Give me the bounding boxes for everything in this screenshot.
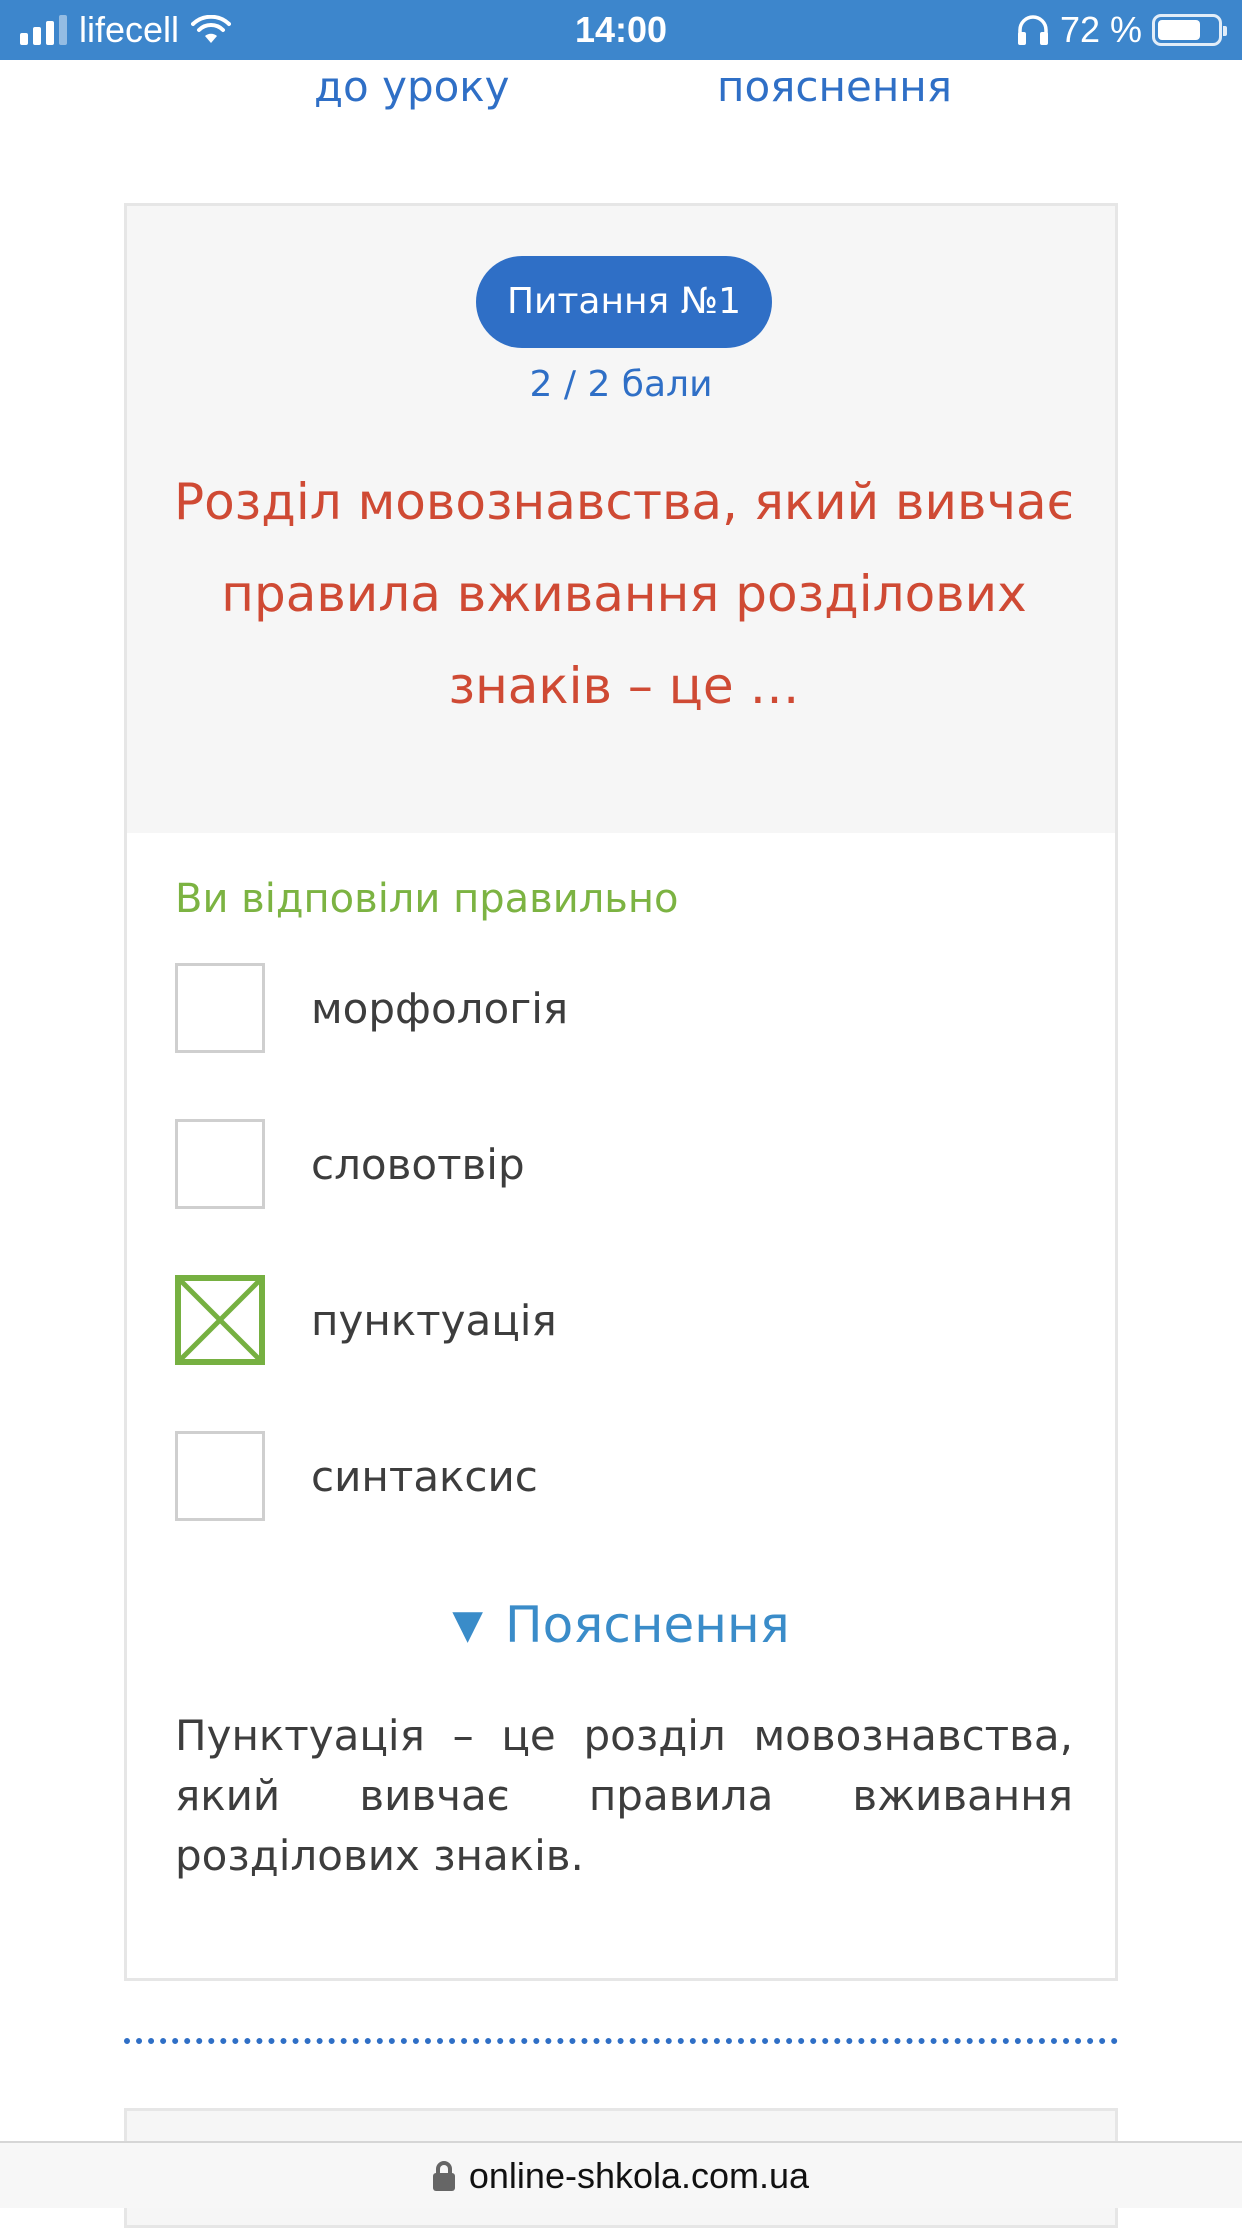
explanation-toggle[interactable]: ▼ Пояснення	[127, 1596, 1115, 1654]
answer-option[interactable]: синтаксис	[175, 1431, 1055, 1521]
battery-icon	[1152, 14, 1227, 46]
question-text: Розділ мовознавства, який вивчає правила…	[173, 473, 1075, 715]
explanation-link[interactable]: пояснення	[717, 62, 952, 111]
back-to-lesson-link[interactable]: до уроку	[314, 62, 510, 111]
url-text[interactable]: online-shkola.com.ua	[469, 2155, 809, 2197]
option-label: морфологія	[311, 983, 569, 1033]
question-header: Питання №1 2 / 2 бали Розділ мовознавств…	[127, 206, 1115, 833]
option-label: словотвір	[311, 1139, 525, 1189]
answer-option[interactable]: пунктуація	[175, 1275, 1055, 1365]
question-number-badge: Питання №1	[476, 256, 772, 348]
cross-check-icon	[181, 1281, 259, 1359]
triangle-down-icon: ▼	[452, 1602, 484, 1648]
option-checkbox[interactable]	[175, 1431, 265, 1521]
status-right: 72 %	[1016, 0, 1227, 60]
lesson-nav: до уроку пояснення	[0, 62, 1242, 132]
option-checkbox[interactable]	[175, 1119, 265, 1209]
explanation-text: Пунктуація – це розділ мовознавства, яки…	[175, 1711, 1073, 1880]
answer-option[interactable]: морфологія	[175, 963, 1055, 1053]
lock-icon	[432, 2160, 455, 2191]
answer-result: Ви відповіли правильно	[175, 876, 679, 922]
option-label: пунктуація	[311, 1295, 557, 1345]
question-card: Питання №1 2 / 2 бали Розділ мовознавств…	[124, 203, 1118, 1981]
explanation-toggle-label: Пояснення	[505, 1596, 790, 1654]
battery-level	[1158, 20, 1200, 40]
question-score: 2 / 2 бали	[529, 364, 713, 405]
section-divider	[124, 2038, 1118, 2044]
option-label: синтаксис	[311, 1451, 538, 1501]
answer-option[interactable]: словотвір	[175, 1119, 1055, 1209]
battery-percent: 72 %	[1059, 9, 1142, 50]
option-checkbox[interactable]	[175, 963, 265, 1053]
option-checkbox-checked[interactable]	[175, 1275, 265, 1365]
headphones-icon	[1017, 15, 1048, 45]
status-bar: lifecell 14:00 72 %	[0, 0, 1242, 60]
browser-address-bar[interactable]: online-shkola.com.ua	[0, 2141, 1242, 2208]
